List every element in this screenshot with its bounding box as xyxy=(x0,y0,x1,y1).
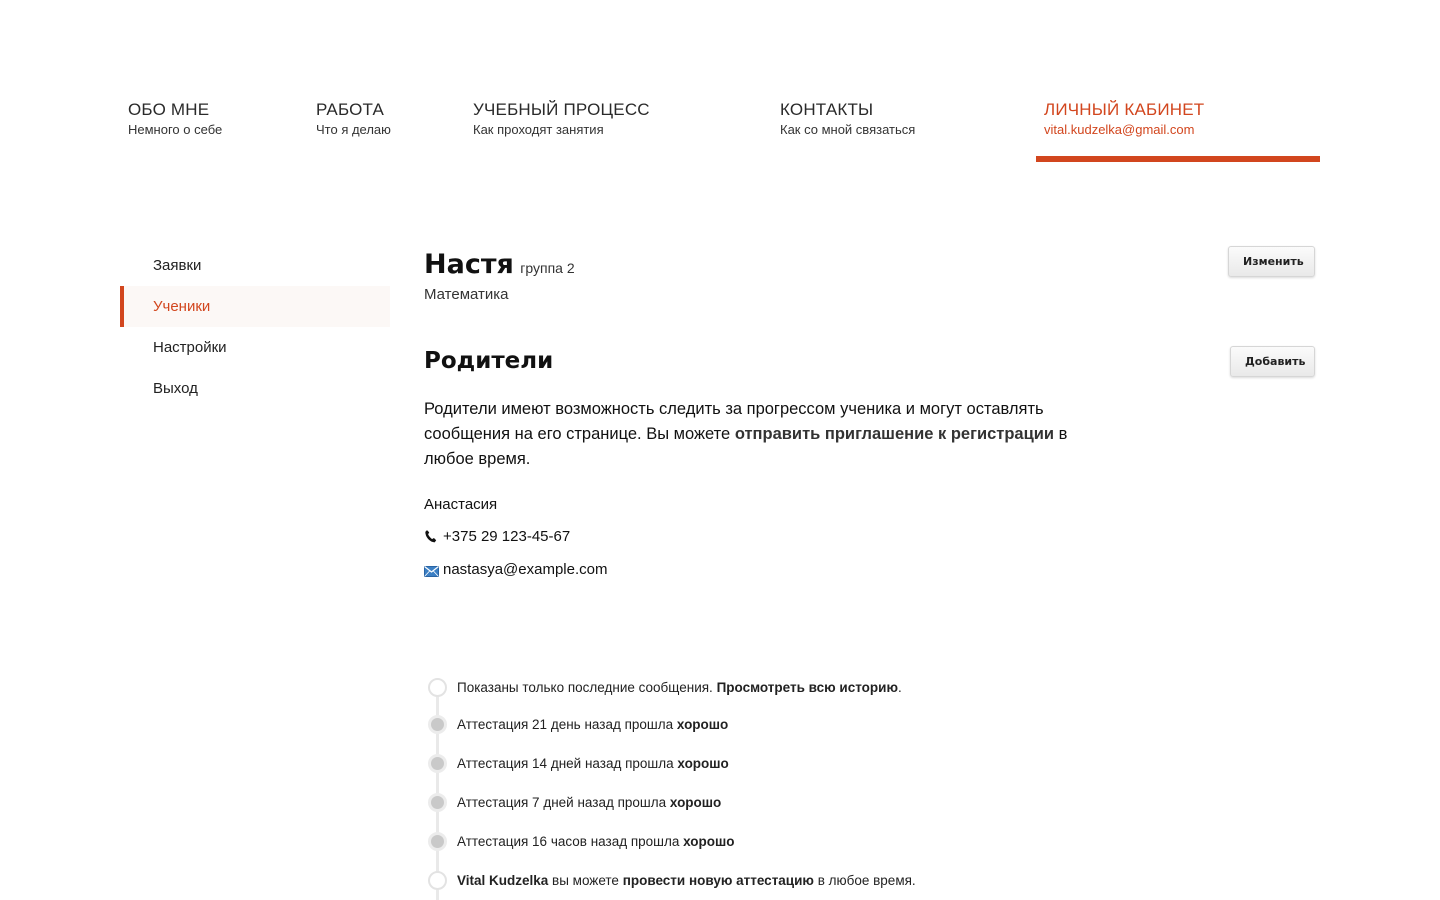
entry-result: хорошо xyxy=(676,717,729,732)
sidebar-item-settings[interactable]: Настройки xyxy=(120,327,390,368)
entry-text: Аттестация 16 часов назад прошла xyxy=(457,834,684,849)
nav-item-account[interactable]: ЛИЧНЫЙ КАБИНЕТ vital.kudzelka@gmail.com xyxy=(1044,100,1204,138)
entry-text: Аттестация 7 дней назад прошла xyxy=(457,795,670,810)
nav-item-subtitle: Как проходят занятия xyxy=(473,122,604,137)
timeline-dot-icon xyxy=(428,793,447,812)
timeline-text: Аттестация 7 дней назад прошла хорошо xyxy=(457,795,721,810)
footer-text: вы можете xyxy=(548,873,623,888)
view-history-link[interactable]: Просмотреть всю историю xyxy=(717,680,898,695)
timeline-dot-icon xyxy=(428,678,447,697)
add-parent-button[interactable]: Добавить xyxy=(1230,346,1315,377)
footer-user-name: Vital Kudzelka xyxy=(457,873,549,888)
timeline-text: Аттестация 21 день назад прошла хорошо xyxy=(457,717,728,732)
parent-name: Анастасия xyxy=(424,496,498,513)
nav-item-contacts[interactable]: КОНТАКТЫ Как со мной связаться xyxy=(780,100,915,138)
nav-item-title: РАБОТА xyxy=(316,100,385,119)
student-group: группа 2 xyxy=(520,260,575,276)
sidebar: Заявки Ученики Настройки Выход xyxy=(120,245,390,409)
nav-item-title: КОНТАКТЫ xyxy=(780,100,874,119)
top-navigation: ОБО МНЕ Немного о себе РАБОТА Что я дела… xyxy=(0,0,1440,170)
timeline-text: Аттестация 16 часов назад прошла хорошо xyxy=(457,834,735,849)
message-timeline: Показаны только последние сообщения. Про… xyxy=(424,672,1324,900)
new-attestation-link[interactable]: провести новую аттестацию xyxy=(623,873,814,888)
entry-text: Аттестация 21 день назад прошла xyxy=(457,717,677,732)
footer-end: в любое время. xyxy=(813,873,916,888)
nav-item-title: ОБО МНЕ xyxy=(128,100,210,119)
parent-email: nastasya@example.com xyxy=(443,561,608,578)
student-name: Настя xyxy=(424,249,514,280)
student-header: Настя группа 2 xyxy=(424,249,575,280)
nav-item-subtitle: vital.kudzelka@gmail.com xyxy=(1044,122,1195,137)
nav-item-about[interactable]: ОБО МНЕ Немного о себе xyxy=(128,100,222,138)
sidebar-item-students[interactable]: Ученики xyxy=(120,286,390,327)
entry-text: Аттестация 14 дней назад прошла xyxy=(457,756,678,771)
timeline-header-end: . xyxy=(897,680,902,695)
sidebar-item-logout[interactable]: Выход xyxy=(120,368,390,409)
entry-result: хорошо xyxy=(669,795,722,810)
timeline-header-text: Показаны только последние сообщения. xyxy=(457,680,717,695)
nav-item-title: ЛИЧНЫЙ КАБИНЕТ xyxy=(1044,100,1205,119)
timeline-text: Показаны только последние сообщения. Про… xyxy=(457,680,902,695)
timeline-dot-icon xyxy=(428,715,447,734)
timeline-text: Vital Kudzelka вы можете провести новую … xyxy=(457,873,916,888)
send-invitation-link[interactable]: отправить приглашение к регистрации xyxy=(735,425,1054,443)
edit-button[interactable]: Изменить xyxy=(1228,246,1315,277)
nav-item-title: УЧЕБНЫЙ ПРОЦЕСС xyxy=(473,100,650,119)
entry-result: хорошо xyxy=(677,756,729,771)
nav-item-subtitle: Как со мной связаться xyxy=(780,122,916,137)
nav-item-work[interactable]: РАБОТА Что я делаю xyxy=(316,100,391,138)
parent-email-row: nastasya@example.com xyxy=(424,561,607,578)
active-nav-indicator xyxy=(1036,156,1320,162)
parent-phone: +375 29 123-45-67 xyxy=(443,528,571,545)
timeline-dot-icon xyxy=(428,871,447,890)
student-subject: Математика xyxy=(424,286,509,303)
envelope-icon xyxy=(424,566,439,577)
nav-item-subtitle: Немного о себе xyxy=(128,122,223,137)
nav-item-learning-process[interactable]: УЧЕБНЫЙ ПРОЦЕСС Как проходят занятия xyxy=(473,100,650,138)
entry-result: хорошо xyxy=(683,834,735,849)
phone-icon xyxy=(425,530,437,543)
parent-phone-row: +375 29 123-45-67 xyxy=(424,528,570,545)
sidebar-item-requests[interactable]: Заявки xyxy=(120,245,390,286)
timeline-text: Аттестация 14 дней назад прошла хорошо xyxy=(457,756,729,771)
timeline-dot-icon xyxy=(428,754,447,773)
nav-item-subtitle: Что я делаю xyxy=(316,122,391,137)
timeline-dot-icon xyxy=(428,832,447,851)
parents-section-title: Родители xyxy=(424,348,554,374)
parents-description: Родители имеют возможность следить за пр… xyxy=(424,397,1114,472)
